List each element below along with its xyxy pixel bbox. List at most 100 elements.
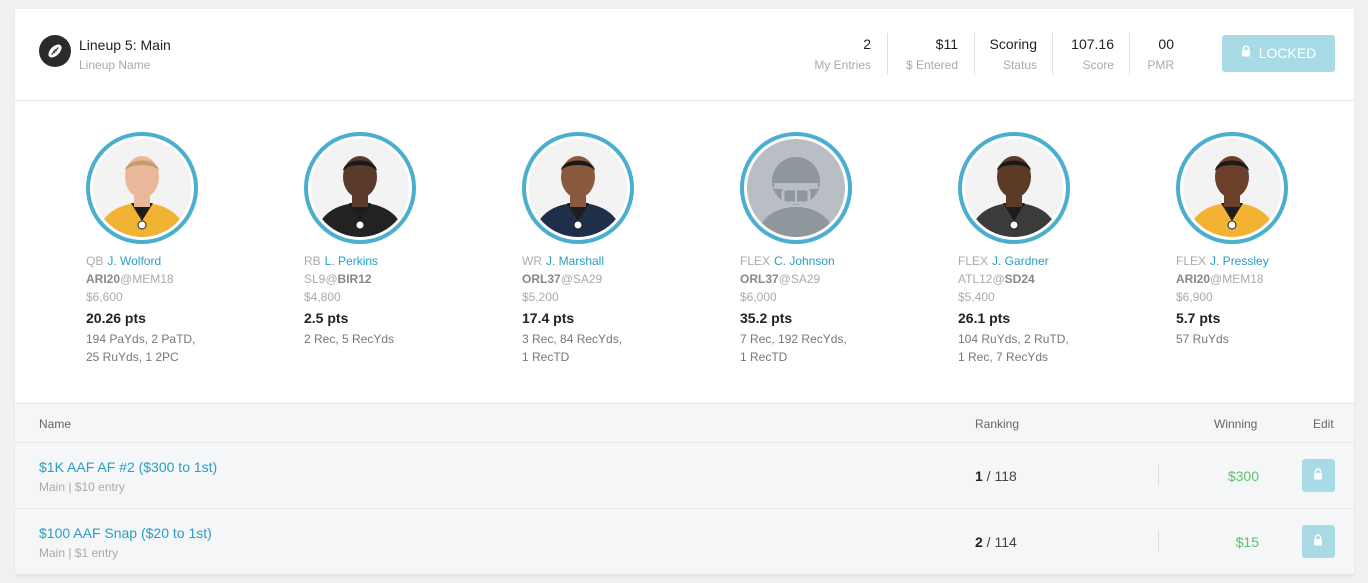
player-avatar[interactable] xyxy=(958,132,1070,244)
player-salary: $5,200 xyxy=(522,290,559,304)
divider xyxy=(974,33,975,75)
edit-lock-button[interactable] xyxy=(1302,459,1335,492)
lineup-subtitle: Lineup Name xyxy=(79,58,151,72)
player-points: 5.7 pts xyxy=(1176,310,1221,326)
col-ranking-header[interactable]: Ranking xyxy=(975,417,1019,431)
stat-value: 107.16 xyxy=(1071,36,1114,52)
contest-winning: $300 xyxy=(1227,468,1259,484)
stat-pmr: 00 PMR xyxy=(1147,35,1174,75)
player-name-link[interactable]: J. Wolford xyxy=(107,254,161,268)
player-stats-line: 104 RuYds, 2 RuTD, xyxy=(958,332,1069,346)
player-salary: $5,400 xyxy=(958,290,995,304)
stat-value: $11 xyxy=(935,36,958,52)
contest-winning: $15 xyxy=(1235,534,1259,550)
player-position: FLEX xyxy=(740,254,771,268)
player-stats: 57 RuYds xyxy=(1176,330,1316,348)
contest-title-link[interactable]: $100 AAF Snap ($20 to 1st) xyxy=(39,525,212,541)
rank-total: 118 xyxy=(994,468,1017,484)
locked-button[interactable]: LOCKED xyxy=(1222,35,1335,72)
player-position-name: QB J. Wolford xyxy=(86,254,286,268)
player-avatar[interactable] xyxy=(740,132,852,244)
lineup-title: Lineup 5: Main xyxy=(79,37,171,53)
player-opponent: SA29 xyxy=(790,272,821,286)
player-avatar[interactable] xyxy=(522,132,634,244)
player-opponent: BIR12 xyxy=(337,272,372,286)
player-position: FLEX xyxy=(1176,254,1207,268)
player-position: WR xyxy=(522,254,542,268)
player-team: ARI20 xyxy=(86,272,121,286)
player-avatar[interactable] xyxy=(1176,132,1288,244)
player-name-link[interactable]: J. Gardner xyxy=(992,254,1049,268)
stat-entered: $11 $ Entered xyxy=(906,35,958,75)
player-stats-line: 57 RuYds xyxy=(1176,332,1229,346)
stat-label: PMR xyxy=(1147,58,1174,72)
stat-entries: 2 My Entries xyxy=(814,35,871,75)
divider xyxy=(1158,464,1159,486)
player-stats-line: 2 Rec, 5 RecYds xyxy=(304,332,395,346)
stat-score: 107.16 Score xyxy=(1071,35,1114,75)
player-opponent: SD24 xyxy=(1004,272,1035,286)
player-position-name: FLEX J. Pressley xyxy=(1176,254,1368,268)
player-points: 26.1 pts xyxy=(958,310,1011,326)
edit-lock-button[interactable] xyxy=(1302,525,1335,558)
lineup-header: Lineup 5: Main Lineup Name 2 My Entries … xyxy=(15,9,1354,101)
table-row: $1K AAF AF #2 ($300 to 1st) Main | $10 e… xyxy=(15,443,1354,509)
stat-value: 2 xyxy=(863,36,871,52)
player-avatar[interactable] xyxy=(304,132,416,244)
player-card: RB L. Perkins SL9@BIR12 $4,800 2.5 pts 2 … xyxy=(304,132,504,348)
player-card: FLEX J. Gardner ATL12@SD24 $5,400 26.1 pt… xyxy=(958,132,1158,366)
player-position: FLEX xyxy=(958,254,989,268)
player-name-link[interactable]: C. Johnson xyxy=(774,254,835,268)
player-team: ATL12 xyxy=(958,272,993,286)
player-position: RB xyxy=(304,254,321,268)
player-name-link[interactable]: J. Marshall xyxy=(546,254,604,268)
player-roster: QB J. Wolford ARI20@MEM18 $6,600 20.26 pt… xyxy=(15,102,1354,402)
player-stats-line: 7 Rec, 192 RecYds, xyxy=(740,332,847,346)
player-position: QB xyxy=(86,254,104,268)
player-avatar[interactable] xyxy=(86,132,198,244)
rank-value: 2 xyxy=(975,534,983,550)
player-stats: 3 Rec, 84 RecYds, 1 RecTD xyxy=(522,330,662,366)
player-position-name: FLEX C. Johnson xyxy=(740,254,940,268)
player-team: ORL37 xyxy=(522,272,561,286)
lineup-card: Lineup 5: Main Lineup Name 2 My Entries … xyxy=(15,9,1354,575)
player-points: 2.5 pts xyxy=(304,310,349,326)
player-team: ARI20 xyxy=(1176,272,1211,286)
stat-label: Score xyxy=(1082,58,1114,72)
player-points: 20.26 pts xyxy=(86,310,146,326)
player-stats: 194 PaYds, 2 PaTD, 25 RuYds, 1 2PC xyxy=(86,330,226,366)
player-salary: $4,800 xyxy=(304,290,341,304)
player-matchup: SL9@BIR12 xyxy=(304,272,372,286)
contest-ranking: 2 / 114 xyxy=(975,534,1017,550)
stat-label: $ Entered xyxy=(905,58,958,72)
player-card: FLEX C. Johnson ORL37@SA29 $6,000 35.2 pt… xyxy=(740,132,940,366)
contest-subtitle: Main | $1 entry xyxy=(39,546,119,560)
lock-icon xyxy=(1241,34,1251,71)
player-stats-line: 1 RecTD xyxy=(522,350,570,364)
divider xyxy=(887,33,888,75)
divider xyxy=(1129,33,1130,75)
stat-label: Status xyxy=(1002,58,1037,72)
contest-title-link[interactable]: $1K AAF AF #2 ($300 to 1st) xyxy=(39,459,217,475)
col-edit-header: Edit xyxy=(1313,417,1334,431)
player-matchup: ARI20@MEM18 xyxy=(1176,272,1264,286)
col-winning-header[interactable]: Winning xyxy=(1214,417,1257,431)
player-stats-line: 25 RuYds, 1 2PC xyxy=(86,350,179,364)
player-stats: 2 Rec, 5 RecYds xyxy=(304,330,444,348)
col-name-header[interactable]: Name xyxy=(39,417,71,431)
player-position-name: WR J. Marshall xyxy=(522,254,722,268)
contest-ranking: 1 / 118 xyxy=(975,468,1017,484)
divider xyxy=(1158,530,1159,552)
player-opponent: MEM18 xyxy=(132,272,174,286)
player-stats-line: 194 PaYds, 2 PaTD, xyxy=(86,332,196,346)
player-card: FLEX J. Pressley ARI20@MEM18 $6,900 5.7 p… xyxy=(1176,132,1368,348)
contest-subtitle: Main | $10 entry xyxy=(39,480,125,494)
player-name-link[interactable]: J. Pressley xyxy=(1210,254,1269,268)
player-opponent: MEM18 xyxy=(1222,272,1264,286)
player-team: ORL37 xyxy=(740,272,779,286)
player-stats: 7 Rec, 192 RecYds, 1 RecTD xyxy=(740,330,880,366)
rank-total: 114 xyxy=(994,534,1017,550)
player-card: QB J. Wolford ARI20@MEM18 $6,600 20.26 pt… xyxy=(86,132,286,366)
player-name-link[interactable]: L. Perkins xyxy=(325,254,378,268)
player-stats-line: 1 Rec, 7 RecYds xyxy=(958,350,1049,364)
